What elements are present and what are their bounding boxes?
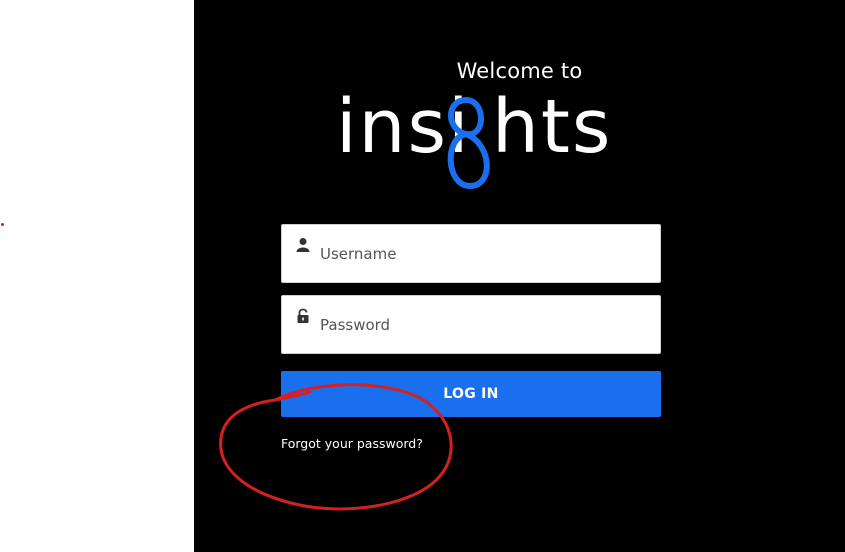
left-blank-pane: [0, 0, 194, 552]
user-icon: [296, 238, 310, 252]
password-input[interactable]: [320, 296, 650, 353]
password-field[interactable]: [281, 295, 661, 354]
logo-text-after: hts: [492, 84, 612, 170]
username-field[interactable]: [281, 224, 661, 283]
insights-logo: insi hts: [336, 84, 612, 190]
welcome-heading: Welcome to: [456, 59, 583, 83]
login-page: Welcome to insi hts Username LOG IN Forg…: [0, 0, 845, 552]
lock-icon: [297, 308, 309, 323]
forgot-password-link[interactable]: Forgot your password?: [281, 436, 423, 451]
login-panel: Welcome to insi hts Username LOG IN Forg…: [194, 0, 845, 552]
login-button[interactable]: LOG IN: [281, 371, 661, 417]
annotation-dot: [1, 223, 4, 226]
username-input[interactable]: [320, 225, 650, 282]
